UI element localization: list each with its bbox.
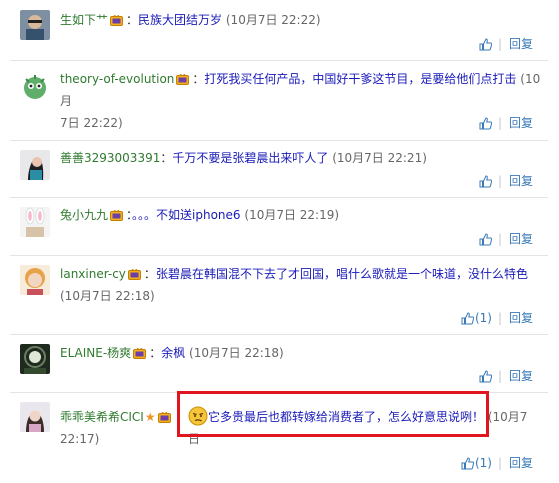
comment-text: 打死我买任何产品，中国好干爹这节目，是要给他们点打击 bbox=[204, 72, 517, 86]
timestamp: (10月7日 22:22) bbox=[225, 13, 321, 27]
divider-bar: | bbox=[497, 174, 502, 188]
username[interactable]: 兔小九九 bbox=[60, 208, 108, 222]
timestamp: (10月7日 22:18) bbox=[189, 346, 284, 360]
timestamp: (10月 bbox=[487, 410, 520, 424]
comment-text: 。。。不如送iphone6 bbox=[132, 208, 241, 222]
reply-link[interactable]: 回复 bbox=[509, 36, 533, 52]
tv-badge-icon bbox=[133, 348, 147, 359]
username[interactable]: 乖乖美希希CICI bbox=[60, 410, 144, 424]
avatar[interactable] bbox=[20, 265, 50, 295]
reply-link[interactable]: 回复 bbox=[509, 455, 533, 471]
like-button[interactable] bbox=[479, 37, 492, 51]
like-button[interactable]: (1) bbox=[461, 455, 492, 471]
username[interactable]: 生如下艹 bbox=[60, 13, 108, 27]
comment-text: 民族大团结万岁 bbox=[138, 13, 223, 27]
thumbs-up-icon bbox=[479, 37, 492, 50]
divider bbox=[10, 140, 548, 141]
avatar[interactable] bbox=[20, 150, 50, 180]
divider-bar: | bbox=[497, 311, 502, 325]
username[interactable]: 善善3293003391 bbox=[60, 151, 160, 165]
like-button[interactable] bbox=[479, 116, 492, 130]
reply-link[interactable]: 回复 bbox=[509, 173, 533, 189]
timestamp: (10月7日 22:19) bbox=[244, 208, 340, 222]
thumbs-up-icon bbox=[461, 311, 474, 324]
divider bbox=[10, 334, 548, 335]
reply-link[interactable]: 回复 bbox=[509, 368, 533, 384]
divider-bar: | bbox=[497, 456, 502, 470]
thumbs-up-icon bbox=[479, 369, 492, 382]
timestamp-cont: 22:17) bbox=[60, 432, 100, 446]
divider-bar: | bbox=[497, 116, 502, 130]
like-count: (1) bbox=[474, 311, 492, 325]
username[interactable]: ELAINE-杨爽 bbox=[60, 346, 131, 360]
divider-bar: | bbox=[497, 37, 502, 51]
comment-text: 余枫 bbox=[161, 346, 186, 360]
timestamp: (10月7日 22:21) bbox=[332, 151, 427, 165]
avatar[interactable] bbox=[20, 344, 50, 374]
timestamp-cont: 7日 22:22) bbox=[60, 116, 123, 130]
thumbs-up-icon bbox=[461, 456, 474, 469]
tv-badge-icon bbox=[110, 210, 124, 221]
avatar[interactable] bbox=[20, 207, 50, 237]
divider-bar: | bbox=[497, 369, 502, 383]
avatar[interactable] bbox=[20, 72, 50, 102]
tv-badge-icon bbox=[157, 412, 171, 423]
avatar[interactable] bbox=[20, 402, 50, 432]
tv-badge-icon bbox=[176, 74, 190, 85]
reply-link[interactable]: 回复 bbox=[509, 115, 533, 131]
like-button[interactable]: (1) bbox=[461, 310, 492, 326]
thumbs-up-icon bbox=[479, 174, 492, 187]
avatar[interactable] bbox=[20, 10, 50, 40]
like-button[interactable] bbox=[479, 369, 492, 383]
like-button[interactable] bbox=[479, 174, 492, 188]
divider bbox=[10, 255, 548, 256]
username[interactable]: lanxiner-cy bbox=[60, 267, 126, 281]
divider bbox=[10, 60, 548, 61]
highlight-box bbox=[177, 391, 489, 437]
comment-text: 千万不要是张碧晨出来吓人了 bbox=[172, 151, 329, 165]
reply-link[interactable]: 回复 bbox=[509, 231, 533, 247]
star-badge-icon: ★ bbox=[144, 410, 156, 424]
tv-badge-icon bbox=[127, 269, 141, 280]
tv-badge-icon bbox=[110, 15, 124, 26]
username[interactable]: theory-of-evolution bbox=[60, 72, 174, 86]
like-count: (1) bbox=[474, 456, 492, 470]
thumbs-up-icon bbox=[479, 232, 492, 245]
thumbs-up-icon bbox=[479, 116, 492, 129]
divider-bar: | bbox=[497, 232, 502, 246]
divider bbox=[10, 197, 548, 198]
timestamp: (10月7日 22:18) bbox=[60, 289, 155, 303]
comment-text: 张碧晨在韩国混不下去了才回国，唱什么歌就是一个味道，没什么特色 bbox=[155, 267, 528, 281]
like-button[interactable] bbox=[479, 232, 492, 246]
reply-link[interactable]: 回复 bbox=[509, 310, 533, 326]
